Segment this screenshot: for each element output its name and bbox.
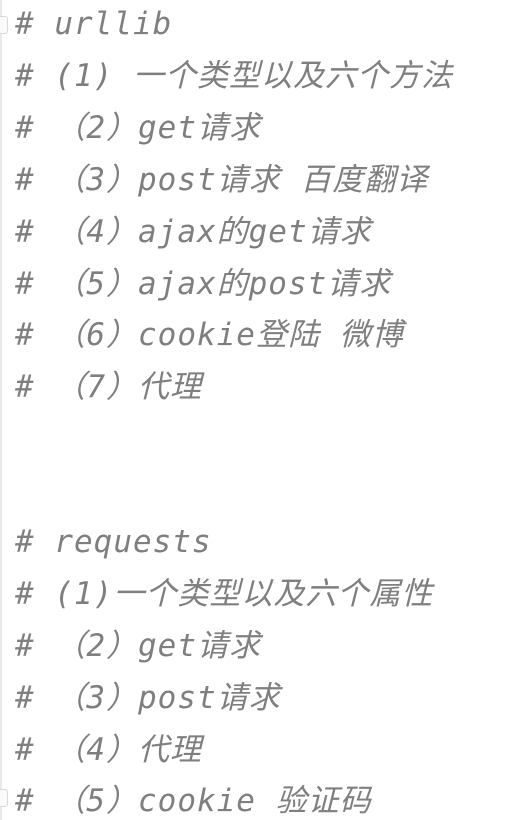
comment-line: # （3）post请求 百度翻译 (15, 162, 429, 198)
fold-marker-bottom[interactable] (0, 789, 8, 807)
gutter-line (0, 0, 2, 820)
comment-line: # （5）cookie 验证码 (15, 783, 372, 819)
fold-marker-top[interactable] (0, 16, 8, 34)
comment-line: # (1)一个类型以及六个属性 (15, 576, 434, 612)
comment-line: # （3）post请求 (15, 680, 281, 716)
comment-line: # （4）代理 (15, 732, 202, 768)
comment-line: # （5）ajax的post请求 (15, 266, 392, 302)
comment-line: # requests (15, 524, 212, 560)
comment-line: # （6）cookie登陆 微博 (15, 317, 404, 353)
comment-line: # （2）get请求 (15, 110, 261, 146)
comment-line: # （4）ajax的get请求 (15, 214, 372, 250)
comment-line: # urllib (15, 6, 173, 42)
comment-line: # (1) 一个类型以及六个方法 (15, 58, 453, 94)
comment-line: # （7）代理 (15, 369, 202, 405)
comment-line: # （2）get请求 (15, 628, 261, 664)
